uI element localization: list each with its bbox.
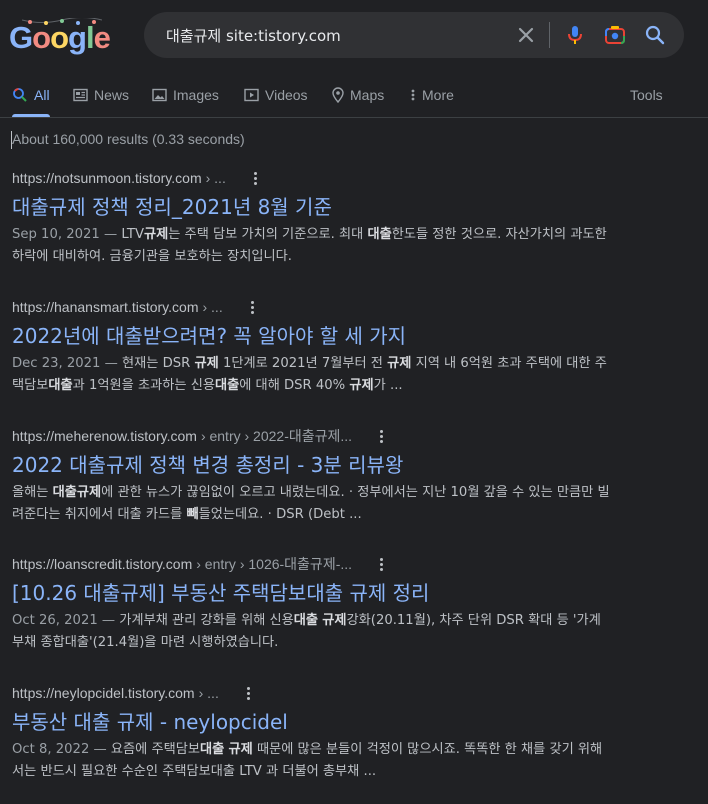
tab-label: Maps xyxy=(350,87,385,103)
search-input[interactable]: 대출규제 site:tistory.com xyxy=(166,25,341,46)
snippet-highlight: 규제 xyxy=(143,227,169,242)
snippet-text: 1단계로 2021년 7월부터 전 xyxy=(218,356,388,371)
result-title[interactable]: [10.26 대출규제] 부동산 주택담보대출 규제 정리 xyxy=(12,580,612,606)
result-date: Dec 23, 2021 — xyxy=(12,356,123,371)
snippet-highlight: 대출 xyxy=(367,227,392,242)
tab-videos[interactable]: Videos xyxy=(244,87,308,103)
search-tabs: All News Images Videos Maps More Tools xyxy=(0,82,708,112)
snippet-highlight: 규제 xyxy=(349,378,374,393)
result-snippet: 올해는 대출규제에 관한 뉴스가 끊임없이 오르고 내렸는데요. · 정부에서는… xyxy=(12,482,612,526)
map-pin-icon xyxy=(332,87,344,103)
more-options-icon[interactable] xyxy=(248,170,262,186)
tab-news[interactable]: News xyxy=(73,87,129,103)
play-icon xyxy=(244,88,259,102)
image-icon xyxy=(152,88,167,102)
snippet-text: 과 1억원을 초과하는 신용 xyxy=(72,378,215,393)
result-title[interactable]: 2022 대출규제 정책 변경 총정리 - 3분 리뷰왕 xyxy=(12,452,612,478)
result-url[interactable]: https://meherenow.tistory.com › entry › … xyxy=(12,425,612,447)
result-domain: https://neylopcidel.tistory.com xyxy=(12,685,195,701)
snippet-text: 는 주택 담보 가치의 기준으로. 최대 xyxy=(168,227,368,242)
snippet-highlight: 규제 xyxy=(228,742,253,757)
snippet-highlight: 대출 xyxy=(214,378,240,393)
snippet-highlight: 빼 xyxy=(186,507,199,522)
snippet-text: 요즘에 주택담보 xyxy=(110,742,201,757)
search-result: https://hanansmart.tistory.com › ... 202… xyxy=(12,296,612,397)
snippet-text: 에 대해 DSR 40% xyxy=(239,378,350,393)
more-options-icon[interactable] xyxy=(241,685,255,701)
snippet-highlight: 규제 xyxy=(387,356,412,371)
result-snippet: Dec 23, 2021 — 현재는 DSR 규제 1단계로 2021년 7월부… xyxy=(12,353,612,397)
result-date: Oct 26, 2021 — xyxy=(12,613,120,628)
more-options-icon[interactable] xyxy=(374,428,388,444)
tab-more[interactable]: More xyxy=(410,87,454,103)
newspaper-icon xyxy=(73,88,88,102)
more-vertical-icon xyxy=(411,89,415,101)
result-url[interactable]: https://neylopcidel.tistory.com › ... xyxy=(12,682,612,704)
snippet-highlight: 대출 xyxy=(48,378,73,393)
snippet-text: 올해는 xyxy=(12,485,53,500)
microphone-icon[interactable] xyxy=(563,23,587,47)
snippet-text: LTV xyxy=(121,227,144,242)
result-path: › ... xyxy=(198,685,219,701)
result-url[interactable]: https://loanscredit.tistory.com › entry … xyxy=(12,553,612,575)
camera-icon[interactable] xyxy=(603,23,627,47)
tools-label: Tools xyxy=(630,87,663,103)
snippet-highlight: 규제 xyxy=(322,613,347,628)
search-result: https://neylopcidel.tistory.com › ... 부동… xyxy=(12,682,612,783)
result-url[interactable]: https://notsunmoon.tistory.com › ... xyxy=(12,167,612,189)
result-domain: https://loanscredit.tistory.com xyxy=(12,556,193,572)
result-snippet: Sep 10, 2021 — LTV규제는 주택 담보 가치의 기준으로. 최대… xyxy=(12,224,612,268)
result-title[interactable]: 부동산 대출 규제 - neylopcidel xyxy=(12,709,612,735)
result-domain: https://meherenow.tistory.com xyxy=(12,428,197,444)
result-path: › entry › 1026-대출규제-... xyxy=(196,556,353,572)
more-options-icon[interactable] xyxy=(374,556,388,572)
result-path: › ... xyxy=(202,299,223,315)
snippet-text: 현재는 DSR xyxy=(122,356,195,371)
result-domain: https://hanansmart.tistory.com xyxy=(12,299,199,315)
result-date: Oct 8, 2022 — xyxy=(12,742,111,757)
result-stats: About 160,000 results (0.33 seconds) xyxy=(12,131,245,147)
close-icon[interactable] xyxy=(514,23,538,47)
search-icon xyxy=(13,88,27,102)
snippet-text: 가 ... xyxy=(373,378,403,393)
snippet-highlight: 대출 xyxy=(200,742,225,757)
result-date: Sep 10, 2021 — xyxy=(12,227,122,242)
tab-maps[interactable]: Maps xyxy=(332,87,384,103)
snippet-highlight: 규제 xyxy=(194,356,219,371)
tab-label: News xyxy=(94,87,130,103)
result-path: › ... xyxy=(205,170,226,186)
result-domain: https://notsunmoon.tistory.com xyxy=(12,170,202,186)
header-divider xyxy=(0,117,708,118)
holiday-lights-decoration xyxy=(22,18,102,25)
search-box-divider xyxy=(549,22,550,48)
search-box[interactable]: 대출규제 site:tistory.com xyxy=(144,12,684,58)
snippet-text: 들었는데요. · DSR (Debt ... xyxy=(198,507,362,522)
more-options-icon[interactable] xyxy=(245,299,259,315)
tab-label: More xyxy=(422,87,454,103)
snippet-text: 가계부채 관리 강화를 위해 신용 xyxy=(119,613,294,628)
result-title[interactable]: 2022년에 대출받으려면? 꼭 알아야 할 세 가지 xyxy=(12,323,612,349)
result-snippet: Oct 26, 2021 — 가계부채 관리 강화를 위해 신용대출 규제강화(… xyxy=(12,610,612,654)
search-result: https://notsunmoon.tistory.com › ... 대출규… xyxy=(12,167,612,268)
snippet-highlight: 대출 xyxy=(293,613,319,628)
tab-all[interactable]: All xyxy=(12,87,50,103)
search-result: https://loanscredit.tistory.com › entry … xyxy=(12,553,612,654)
result-snippet: Oct 8, 2022 — 요즘에 주택담보대출 규제 때문에 많은 분들이 걱… xyxy=(12,739,612,783)
snippet-highlight: 대출규제 xyxy=(52,485,102,500)
tab-label: All xyxy=(34,87,50,103)
tab-images[interactable]: Images xyxy=(152,87,219,103)
tab-label: Images xyxy=(173,87,219,103)
search-icon[interactable] xyxy=(643,23,667,47)
tab-label: Videos xyxy=(265,87,308,103)
result-path: › entry › 2022-대출규제... xyxy=(200,428,353,444)
tools-button[interactable]: Tools xyxy=(630,87,663,103)
search-result: https://meherenow.tistory.com › entry › … xyxy=(12,425,612,526)
result-title[interactable]: 대출규제 정책 정리_2021년 8월 기준 xyxy=(12,194,612,220)
result-url[interactable]: https://hanansmart.tistory.com › ... xyxy=(12,296,612,318)
